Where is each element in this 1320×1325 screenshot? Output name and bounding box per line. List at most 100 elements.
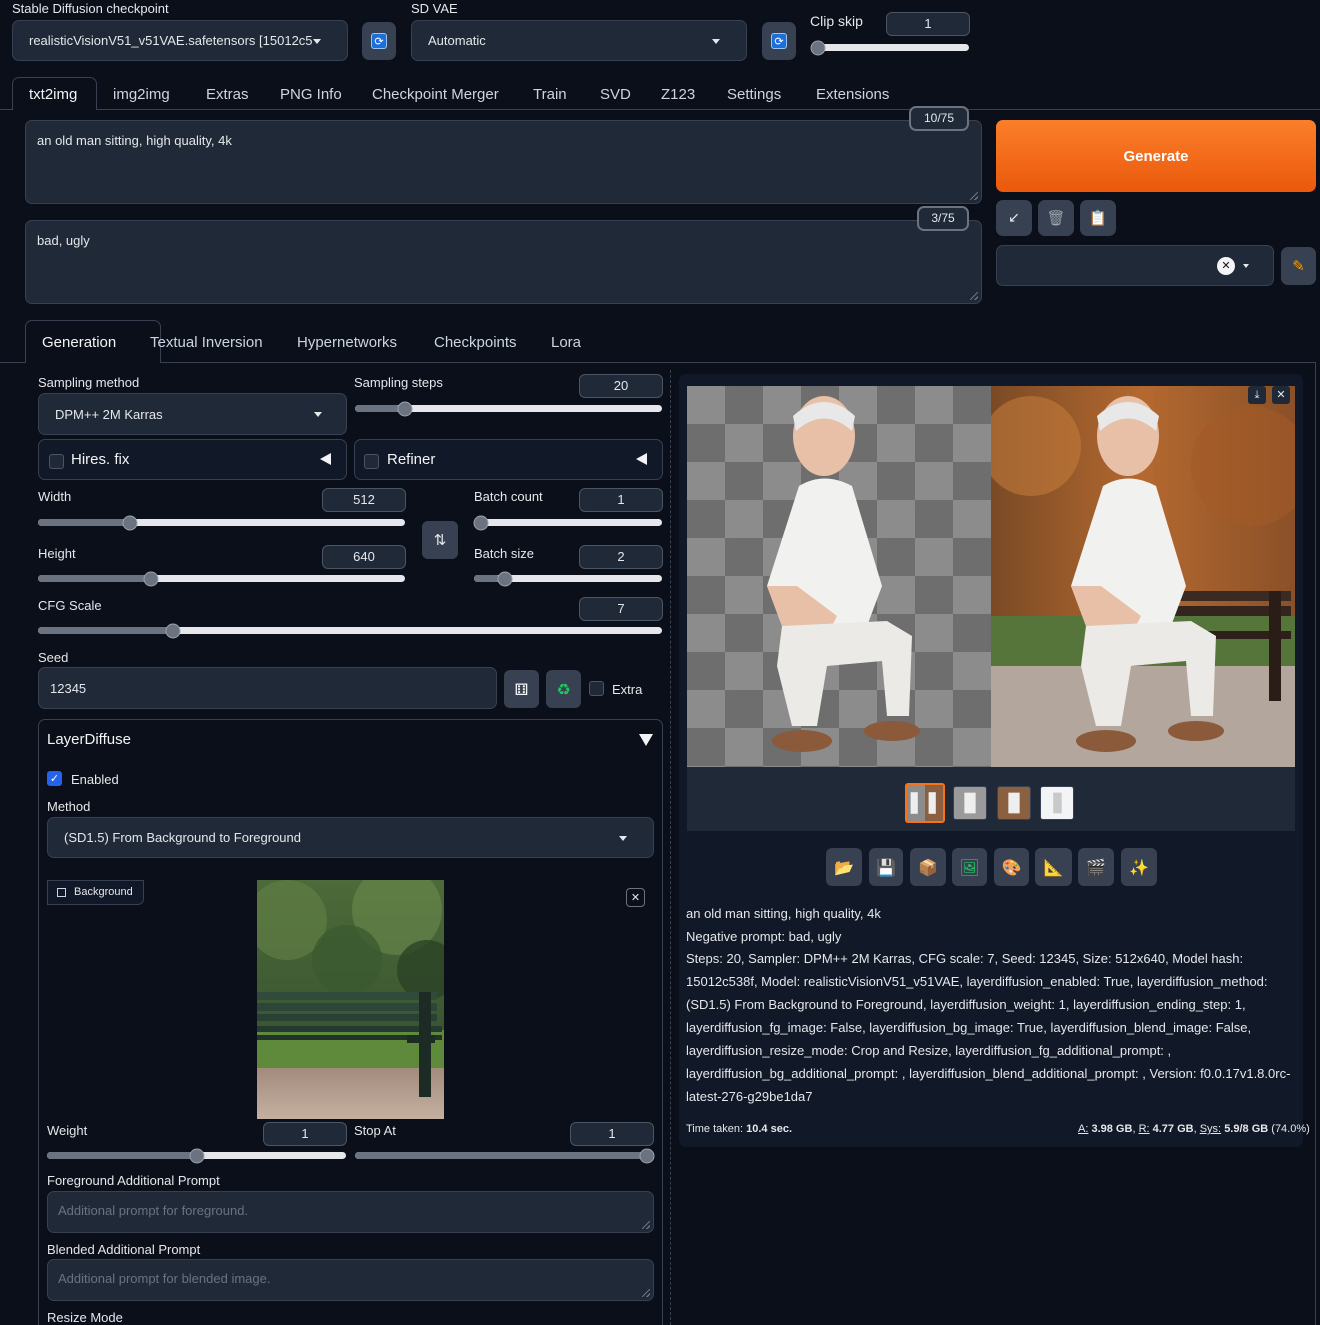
tab-img2img[interactable]: img2img — [113, 86, 170, 103]
tab-checkpoint-merger[interactable]: Checkpoint Merger — [372, 86, 499, 103]
ruler-icon: 📐 — [1043, 857, 1064, 877]
tab-settings[interactable]: Settings — [727, 86, 781, 103]
clipboard-icon: 📋 — [1088, 209, 1108, 227]
weight-slider[interactable] — [47, 1148, 346, 1163]
height-slider[interactable] — [38, 571, 405, 586]
subtab-hypernetworks[interactable]: Hypernetworks — [297, 334, 397, 351]
blend-prompt-input[interactable]: Additional prompt for blended image. — [47, 1259, 654, 1301]
swap-icon: ⇅ — [433, 531, 447, 549]
refresh-icon: ⟳ — [771, 33, 787, 49]
vae-select[interactable]: Automatic — [411, 20, 747, 61]
send-to-img2img-button[interactable]: 🖼 — [952, 848, 987, 886]
collapse-icon — [320, 453, 331, 465]
positive-prompt-text: an old man sitting, high quality, 4k — [37, 133, 232, 148]
method-label: Method — [47, 799, 91, 814]
height-input[interactable]: 640 — [322, 545, 406, 569]
open-folder-button[interactable]: 📂 — [826, 848, 862, 886]
sampling-steps-input[interactable]: 20 — [579, 374, 663, 398]
tab-extras[interactable]: Extras — [206, 86, 249, 103]
expand-icon[interactable] — [639, 734, 653, 746]
stop-at-input[interactable]: 1 — [570, 1122, 654, 1146]
seed-input[interactable]: 12345 — [38, 667, 497, 709]
tab-z123[interactable]: Z123 — [661, 86, 695, 103]
negative-prompt-input[interactable]: bad, ugly — [25, 220, 982, 304]
edit-styles-button[interactable]: ✎ — [1281, 247, 1316, 285]
seed-value: 12345 — [50, 680, 87, 696]
layerdiffuse-enabled-checkbox[interactable]: ✓ — [47, 771, 62, 786]
read-params-button[interactable]: ↙ — [996, 200, 1032, 236]
paste-style-button[interactable]: 📋 — [1080, 200, 1116, 236]
clip-skip-slider[interactable] — [810, 40, 969, 55]
gallery-thumbnail[interactable] — [997, 786, 1031, 820]
gallery-thumbnail[interactable] — [1040, 786, 1074, 820]
random-seed-button[interactable]: ⚅ — [504, 670, 539, 708]
gallery-thumbnail[interactable] — [953, 786, 987, 820]
vae-value: Automatic — [428, 33, 486, 48]
swap-dimensions-button[interactable]: ⇅ — [422, 521, 458, 559]
refresh-checkpoint-button[interactable]: ⟳ — [362, 22, 396, 60]
image-icon: 🖼 — [959, 857, 980, 877]
refiner-accordion[interactable]: Refiner — [354, 439, 663, 480]
save-icon: 💾 — [876, 857, 896, 877]
width-input[interactable]: 512 — [322, 488, 406, 512]
clear-icon[interactable]: ✕ — [1217, 257, 1235, 275]
cfg-scale-input[interactable]: 7 — [579, 597, 663, 621]
subtab-generation[interactable]: Generation — [25, 320, 161, 363]
batch-count-label: Batch count — [474, 489, 543, 504]
layerdiffuse-title[interactable]: LayerDiffuse — [47, 731, 131, 748]
zip-button[interactable]: 📦 — [910, 848, 946, 886]
refresh-vae-button[interactable]: ⟳ — [762, 22, 796, 60]
save-button[interactable]: 💾 — [869, 848, 903, 886]
trash-icon: 🗑 — [1046, 209, 1066, 227]
subtab-checkpoints[interactable]: Checkpoints — [434, 334, 517, 351]
hires-fix-accordion[interactable]: Hires. fix — [38, 439, 347, 480]
method-select[interactable]: (SD1.5) From Background to Foreground — [47, 817, 654, 858]
batch-count-slider[interactable] — [473, 515, 662, 530]
batch-size-slider[interactable] — [474, 571, 662, 586]
styles-select[interactable]: ✕ — [996, 245, 1274, 286]
checkpoint-select[interactable]: realisticVisionV51_v51VAE.safetensors [1… — [12, 20, 348, 61]
upscale-button[interactable]: ✨ — [1121, 848, 1157, 886]
info-prompt: an old man sitting, high quality, 4k — [686, 906, 881, 921]
background-image-label: Background — [47, 880, 144, 905]
download-button[interactable]: ⤓ — [1248, 386, 1266, 404]
fg-prompt-input[interactable]: Additional prompt for foreground. — [47, 1191, 654, 1233]
tab-extensions[interactable]: Extensions — [816, 86, 889, 103]
subtab-textual-inversion[interactable]: Textual Inversion — [150, 334, 263, 351]
close-preview-button[interactable]: ✕ — [1272, 386, 1290, 404]
clear-background-button[interactable]: ✕ — [626, 888, 645, 907]
output-image-composite[interactable] — [991, 386, 1295, 767]
send-to-extras-button[interactable]: 📐 — [1035, 848, 1072, 886]
send-to-svd-button[interactable]: 🎬 — [1078, 848, 1114, 886]
sampling-method-select[interactable]: DPM++ 2M Karras — [38, 393, 347, 435]
chevron-down-icon — [712, 38, 720, 44]
extra-seed-checkbox[interactable] — [589, 681, 604, 696]
clip-skip-input[interactable]: 1 — [886, 12, 970, 36]
send-to-inpaint-button[interactable]: 🎨 — [994, 848, 1029, 886]
gallery-thumbnail[interactable] — [905, 783, 945, 823]
tab-train[interactable]: Train — [533, 86, 567, 103]
stop-at-slider[interactable] — [355, 1148, 655, 1163]
batch-count-input[interactable]: 1 — [579, 488, 663, 512]
tab-txt2img[interactable]: txt2img — [12, 77, 97, 110]
hires-fix-checkbox[interactable] — [49, 454, 64, 469]
dice-icon: ⚅ — [514, 679, 529, 699]
weight-input[interactable]: 1 — [263, 1122, 347, 1146]
batch-size-input[interactable]: 2 — [579, 545, 663, 569]
tab-png-info[interactable]: PNG Info — [280, 86, 342, 103]
reuse-seed-button[interactable]: ♻ — [546, 670, 581, 708]
subtab-lora[interactable]: Lora — [551, 334, 581, 351]
background-image[interactable] — [257, 880, 444, 1119]
folder-icon: 📂 — [834, 857, 854, 877]
tab-svd[interactable]: SVD — [600, 86, 631, 103]
refiner-checkbox[interactable] — [364, 454, 379, 469]
arrow-icon: ↙ — [1008, 210, 1020, 226]
generate-button[interactable]: Generate — [996, 120, 1316, 192]
sampling-steps-slider[interactable] — [355, 401, 662, 416]
output-image-foreground[interactable] — [687, 386, 991, 767]
cfg-scale-slider[interactable] — [38, 623, 662, 638]
info-negative-prompt: Negative prompt: bad, ugly — [686, 929, 842, 944]
width-slider[interactable] — [38, 515, 405, 530]
positive-prompt-input[interactable]: an old man sitting, high quality, 4k — [25, 120, 982, 204]
clear-prompt-button[interactable]: 🗑 — [1038, 200, 1074, 236]
